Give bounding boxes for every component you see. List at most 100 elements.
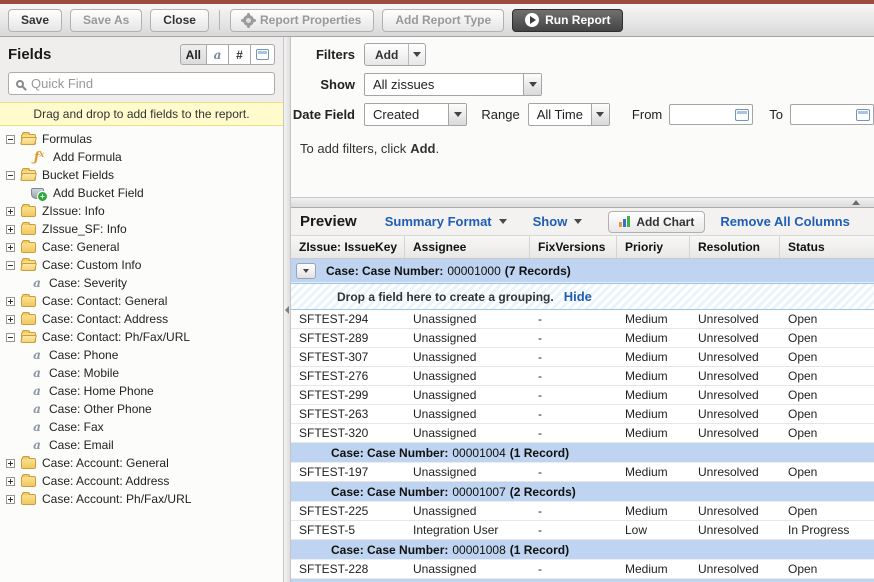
- table-row[interactable]: SFTEST-5 Integration User - Low Unresolv…: [291, 521, 874, 540]
- save-button[interactable]: Save: [8, 9, 62, 32]
- tree-folder-case-account-general[interactable]: Case: Account: General: [0, 454, 283, 472]
- tree-folder-zissue-sf-info[interactable]: ZIssue_SF: Info: [0, 220, 283, 238]
- table-row[interactable]: SFTEST-276 Unassigned - Medium Unresolve…: [291, 367, 874, 386]
- expand-icon[interactable]: [6, 495, 15, 504]
- close-button[interactable]: Close: [150, 9, 209, 32]
- chevron-down-icon[interactable]: [448, 104, 466, 125]
- grouping-drop-zone[interactable]: Drop a field here to create a grouping. …: [291, 283, 874, 310]
- report-properties-button[interactable]: Report Properties: [230, 9, 374, 32]
- cell-issuekey: SFTEST-289: [291, 329, 405, 347]
- tree-folder-case-custom-info[interactable]: Case: Custom Info: [0, 256, 283, 274]
- collapse-icon[interactable]: [6, 261, 15, 270]
- column-header-assignee[interactable]: Assignee: [405, 236, 530, 258]
- tree-folder-case-account-address[interactable]: Case: Account: Address: [0, 472, 283, 490]
- show-dropdown[interactable]: Show: [533, 214, 583, 229]
- chevron-down-icon[interactable]: [523, 74, 541, 95]
- to-label: To: [769, 107, 783, 122]
- tree-folder-case-contact-general[interactable]: Case: Contact: General: [0, 292, 283, 310]
- filter-text-button[interactable]: a: [207, 44, 229, 65]
- add-filter-button[interactable]: Add: [364, 43, 426, 66]
- cell-prioriy: Medium: [617, 405, 690, 423]
- tree-label: Case: Severity: [49, 276, 127, 290]
- calendar-icon: [256, 49, 269, 60]
- table-row[interactable]: SFTEST-320 Unassigned - Medium Unresolve…: [291, 424, 874, 443]
- tree-field-case-phone[interactable]: Case: Phone: [0, 346, 283, 364]
- group-header[interactable]: Case: Case Number: 00001007 (2 Records): [291, 482, 874, 502]
- add-report-type-button[interactable]: Add Report Type: [382, 9, 504, 32]
- tree-folder-zissue-info[interactable]: ZIssue: Info: [0, 202, 283, 220]
- save-as-button[interactable]: Save As: [70, 9, 142, 32]
- tree-folder-case-general[interactable]: Case: General: [0, 238, 283, 256]
- cell-fixversions: -: [530, 424, 617, 442]
- filter-all-button[interactable]: All: [180, 44, 207, 65]
- table-row[interactable]: SFTEST-228 Unassigned - Medium Unresolve…: [291, 560, 874, 579]
- add-chart-label: Add Chart: [636, 215, 694, 229]
- expand-icon[interactable]: [6, 315, 15, 324]
- tree-item-add-bucket-field[interactable]: Add Bucket Field: [0, 184, 283, 202]
- chevron-down-icon[interactable]: [591, 104, 609, 125]
- collapse-up-arrow-icon[interactable]: [852, 200, 860, 205]
- tree-folder-case-contact-address[interactable]: Case: Contact: Address: [0, 310, 283, 328]
- group-header[interactable]: Case: Case Number: 00001004 (1 Record): [291, 443, 874, 463]
- table-row[interactable]: SFTEST-307 Unassigned - Medium Unresolve…: [291, 348, 874, 367]
- tree-field-case-fax[interactable]: Case: Fax: [0, 418, 283, 436]
- remove-all-columns-link[interactable]: Remove All Columns: [720, 214, 850, 229]
- tree-field-case-home-phone[interactable]: Case: Home Phone: [0, 382, 283, 400]
- table-row[interactable]: SFTEST-225 Unassigned - Medium Unresolve…: [291, 502, 874, 521]
- table-row[interactable]: SFTEST-197 Unassigned - Medium Unresolve…: [291, 463, 874, 482]
- column-header-issuekey[interactable]: ZIssue: IssueKey: [291, 236, 405, 258]
- group-count: (2 Records): [510, 485, 576, 499]
- horizontal-splitter[interactable]: [291, 197, 874, 208]
- table-row[interactable]: SFTEST-289 Unassigned - Medium Unresolve…: [291, 329, 874, 348]
- quick-find-input[interactable]: [31, 76, 267, 91]
- expand-icon[interactable]: [6, 477, 15, 486]
- date-field-select[interactable]: Created: [364, 103, 467, 126]
- filter-date-button[interactable]: [251, 44, 275, 65]
- column-header-resolution[interactable]: Resolution: [690, 236, 780, 258]
- group-header[interactable]: Case: Case Number: 00001000 (7 Records): [291, 259, 874, 283]
- expand-icon[interactable]: [6, 207, 15, 216]
- chevron-down-icon[interactable]: [408, 44, 425, 65]
- expand-icon[interactable]: [6, 225, 15, 234]
- column-header-prioriy[interactable]: Prioriy: [617, 236, 690, 258]
- expand-icon[interactable]: [6, 243, 15, 252]
- folder-icon: [21, 206, 36, 217]
- tree-label: Case: Account: Ph/Fax/URL: [42, 492, 191, 506]
- hide-link[interactable]: Hide: [564, 289, 592, 304]
- cell-resolution: Unresolved: [690, 560, 780, 578]
- column-header-fixversions[interactable]: FixVersions: [530, 236, 617, 258]
- group-header[interactable]: Case: Case Number: 00001008 (1 Record): [291, 540, 874, 560]
- range-select[interactable]: All Time: [528, 103, 610, 126]
- show-select[interactable]: All zissues: [364, 73, 542, 96]
- collapse-icon[interactable]: [6, 171, 15, 180]
- cell-status: Open: [780, 367, 874, 385]
- tree-field-case-severity[interactable]: Case: Severity: [0, 274, 283, 292]
- tree-field-case-email[interactable]: Case: Email: [0, 436, 283, 454]
- summary-format-dropdown[interactable]: Summary Format: [385, 214, 507, 229]
- vertical-splitter[interactable]: [283, 37, 291, 582]
- calendar-icon[interactable]: [735, 109, 749, 121]
- add-chart-button[interactable]: Add Chart: [608, 211, 705, 233]
- expand-icon[interactable]: [6, 297, 15, 306]
- tree-folder-case-account-phfaxurl[interactable]: Case: Account: Ph/Fax/URL: [0, 490, 283, 508]
- cell-assignee: Unassigned: [405, 502, 530, 520]
- table-row[interactable]: SFTEST-294 Unassigned - Medium Unresolve…: [291, 310, 874, 329]
- tree-field-case-other-phone[interactable]: Case: Other Phone: [0, 400, 283, 418]
- column-header-status[interactable]: Status: [780, 236, 874, 258]
- table-row[interactable]: SFTEST-299 Unassigned - Medium Unresolve…: [291, 386, 874, 405]
- tree-folder-case-contact-phfaxurl[interactable]: Case: Contact: Ph/Fax/URL: [0, 328, 283, 346]
- tree-field-case-mobile[interactable]: Case: Mobile: [0, 364, 283, 382]
- tree-item-add-formula[interactable]: Add Formula: [0, 148, 283, 166]
- collapse-icon[interactable]: [6, 333, 15, 342]
- tree-folder-bucket-fields[interactable]: Bucket Fields: [0, 166, 283, 184]
- calendar-icon[interactable]: [856, 109, 870, 121]
- expand-icon[interactable]: [6, 459, 15, 468]
- collapse-left-arrow-icon[interactable]: [285, 306, 289, 314]
- show-select-value: All zissues: [365, 74, 523, 95]
- table-row[interactable]: SFTEST-263 Unassigned - Medium Unresolve…: [291, 405, 874, 424]
- group-menu-button[interactable]: [296, 263, 316, 279]
- tree-folder-formulas[interactable]: Formulas: [0, 130, 283, 148]
- filter-number-button[interactable]: #: [229, 44, 251, 65]
- run-report-button[interactable]: Run Report: [512, 9, 623, 32]
- collapse-icon[interactable]: [6, 135, 15, 144]
